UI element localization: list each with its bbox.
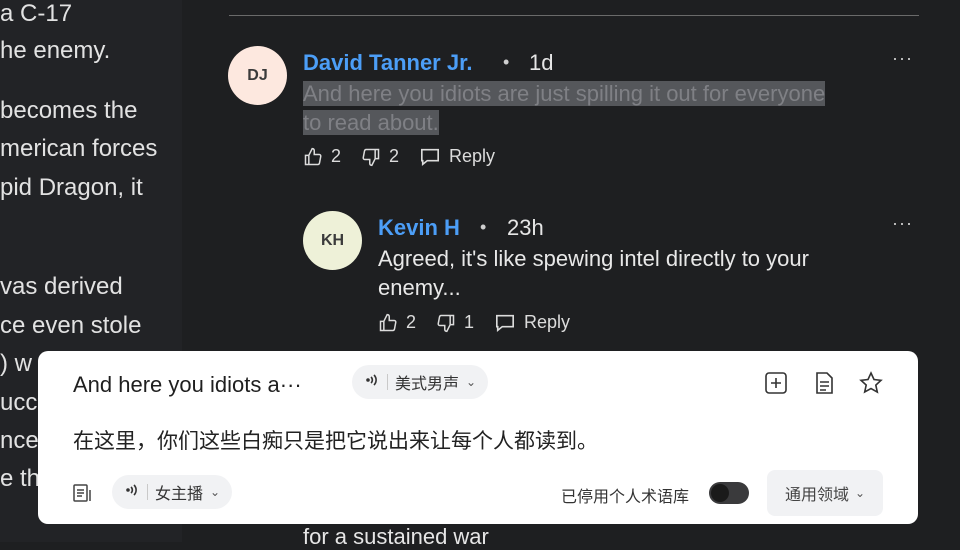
article-line: merican forces [0,135,158,162]
dislike-button[interactable]: 2 [361,146,399,167]
more-options-icon[interactable]: ··· [892,48,913,69]
highlighted-text[interactable]: And here you idiots are just spilling it… [303,81,826,106]
article-continuation: for a sustained war [303,524,489,549]
avatar-initials: DJ [247,66,268,84]
like-count: 2 [406,312,417,332]
comment-text: Agreed, it's like spewing intel directly… [378,244,908,302]
comments-divider [229,15,919,16]
comment-time: 23h [507,215,544,240]
personal-corpus-toggle[interactable] [709,482,749,504]
more-options-icon[interactable]: ··· [892,213,913,234]
chevron-down-icon: ⌄ [210,485,221,499]
comment-text-line: enemy... [378,275,461,300]
target-voice-select[interactable]: 女主播 ⌄ [112,475,233,509]
chevron-down-icon: ⌄ [854,486,866,500]
dislike-button[interactable]: 1 [436,312,474,333]
personal-corpus-label: 已停用个人术语库 [561,489,690,506]
highlighted-text[interactable]: to read about. [303,110,439,135]
chevron-down-icon: ⌄ [466,375,477,389]
like-button[interactable]: 2 [378,312,416,333]
thumbs-up-icon [378,313,398,333]
article-line: ) w [0,350,32,377]
like-count: 2 [331,146,342,166]
reply-label: Reply [524,312,571,332]
pill-divider [147,484,148,500]
avatar[interactable]: DJ [228,46,287,105]
article-line: nce [0,427,39,454]
comment-time: 1d [529,50,554,75]
comment-actions: 2 2 Reply [303,146,507,167]
domain-select[interactable]: 通用领域 ⌄ [767,470,883,516]
article-line: vas derived [0,273,123,300]
text-mode-icon[interactable] [71,482,93,504]
avatar[interactable]: KH [303,211,362,270]
article-line: becomes the [0,97,138,124]
star-icon[interactable] [858,370,884,396]
article-line: ce even stole [0,312,142,339]
comment-author[interactable]: David Tanner Jr. [303,50,473,76]
reply-button[interactable]: Reply [494,312,570,333]
thumbs-down-icon [361,147,381,167]
source-voice-select[interactable]: 美式男声 ⌄ [352,365,489,399]
source-voice-label: 美式男声 [395,376,460,393]
article-line: he enemy. [0,37,111,64]
speaker-icon [364,372,380,393]
source-text: And here you idiots a··· [73,372,302,397]
document-icon[interactable] [811,370,837,396]
speaker-icon [124,482,140,503]
translation-popup: And here you idiots a··· 美式男声 ⌄ 在这里，你们这些… [38,351,918,524]
reply-label: Reply [449,146,496,166]
article-line: pid Dragon, it [0,174,143,201]
avatar-initials: KH [320,231,345,249]
separator-dot: • [480,217,487,237]
add-to-notes-icon[interactable] [763,370,789,396]
pill-divider [387,374,388,390]
domain-label: 通用领域 [784,487,849,504]
translation-text[interactable]: 在这里，你们这些白痴只是把它说出来让每个人都读到。 [73,425,598,455]
dislike-count: 1 [464,312,475,332]
target-voice-label: 女主播 [155,486,204,503]
comment-actions: 2 1 Reply [378,312,582,333]
reply-button[interactable]: Reply [419,146,495,167]
article-line: e th [0,465,41,492]
like-button[interactable]: 2 [303,146,341,167]
toggle-knob [711,484,729,502]
thumbs-up-icon [303,147,323,167]
reply-bubble-icon [494,313,516,333]
reply-bubble-icon [419,147,441,167]
comment-author[interactable]: Kevin H [378,215,460,241]
dislike-count: 2 [389,146,400,166]
separator-dot: • [503,52,510,72]
thumbs-down-icon [436,313,456,333]
comment-text-line: Agreed, it's like spewing intel directly… [378,246,809,271]
article-line: a C-17 [0,0,73,27]
comment-text: And here you idiots are just spilling it… [303,79,913,137]
